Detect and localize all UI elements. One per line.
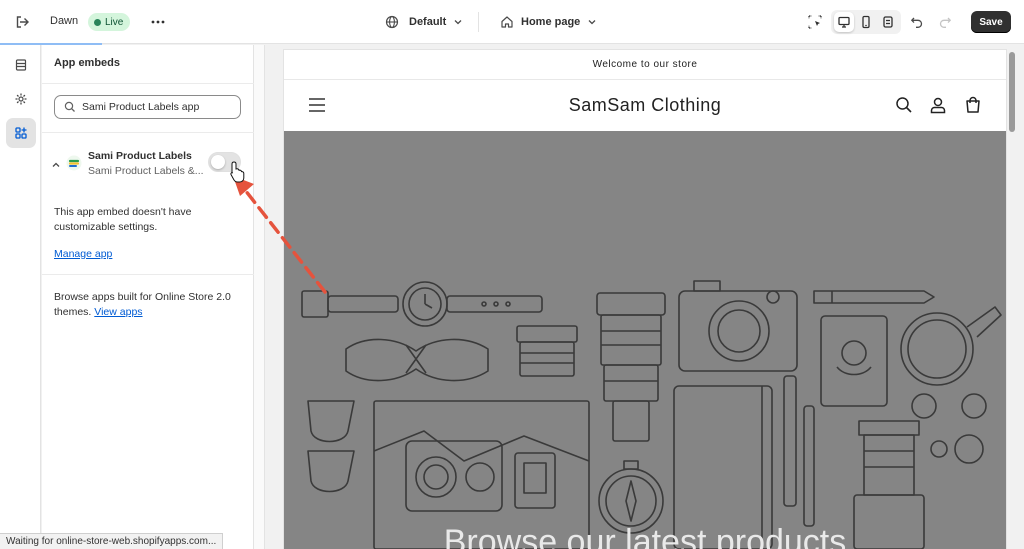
panel-scrollbar[interactable] (254, 45, 265, 549)
fullscreen-icon[interactable] (878, 12, 898, 32)
manage-app-link[interactable]: Manage app (54, 248, 112, 260)
more-icon[interactable] (150, 13, 166, 31)
template-select-label: Default (409, 16, 447, 28)
chevron-up-icon[interactable] (51, 157, 61, 175)
toggle-knob (211, 155, 225, 169)
home-icon (501, 16, 513, 28)
store-header: SamSam Clothing (284, 80, 1006, 131)
exit-icon[interactable] (13, 13, 31, 31)
undo-icon[interactable] (907, 12, 927, 32)
account-icon[interactable] (929, 96, 947, 114)
announcement-bar: Welcome to our store (284, 50, 1006, 80)
sidebar-rail (0, 45, 41, 549)
view-apps-link[interactable]: View apps (94, 306, 142, 318)
preview-scrollbar[interactable] (1008, 50, 1017, 549)
app-embed-row[interactable]: Sami Product Labels Sami Product Labels … (42, 145, 254, 185)
chevron-down-icon (454, 20, 462, 25)
store-preview: Welcome to our store SamSam Clothing Bro… (284, 50, 1006, 549)
page-selector[interactable]: Home page (500, 11, 597, 33)
divider (42, 274, 254, 275)
search-input[interactable]: Sami Product Labels app (54, 95, 241, 119)
mobile-icon[interactable] (856, 12, 876, 32)
hero-heading: Browse our latest products (443, 523, 847, 549)
search-value: Sami Product Labels app (82, 101, 200, 113)
hero-illustration (301, 280, 1002, 549)
divider (42, 83, 254, 84)
app-embeds-panel: App embeds Sami Product Labels app Sami … (42, 45, 254, 549)
app-embed-toggle[interactable] (208, 152, 241, 172)
app-embeds-icon[interactable] (6, 118, 36, 148)
live-dot-icon (94, 18, 101, 26)
live-badge: Live (88, 13, 131, 31)
no-settings-note: This app embed doesn't have customizable… (54, 206, 192, 233)
live-badge-label: Live (105, 16, 124, 28)
chevron-down-icon (588, 20, 596, 25)
gear-icon[interactable] (6, 84, 36, 114)
cart-icon[interactable] (964, 96, 982, 114)
app-logo-icon (66, 155, 82, 171)
app-embed-name: Sami Product Labels (88, 150, 192, 162)
template-selector[interactable]: Default (385, 11, 463, 33)
inspector-icon[interactable] (805, 12, 825, 32)
divider (42, 132, 254, 133)
page-select-label: Home page (521, 16, 581, 28)
panel-title: App embeds (54, 57, 121, 69)
browser-status-bar: Waiting for online-store-web.shopifyapps… (0, 533, 224, 549)
search-icon (64, 101, 75, 112)
redo-icon[interactable] (935, 12, 955, 32)
save-button[interactable]: Save (971, 11, 1011, 33)
browse-apps-note: Browse apps built for Online Store 2.0 t… (54, 290, 244, 320)
theme-name: Dawn (50, 15, 79, 27)
viewport-switcher (831, 10, 901, 34)
desktop-icon[interactable] (834, 12, 854, 32)
globe-icon (385, 15, 399, 29)
sections-icon[interactable] (6, 50, 36, 80)
app-embed-subtitle: Sami Product Labels &... (88, 165, 204, 177)
search-icon[interactable] (895, 96, 913, 114)
editor-topbar: Dawn Live Default Home page Save (0, 0, 1024, 45)
scrollbar-thumb[interactable] (1009, 52, 1015, 132)
topbar-divider (478, 12, 479, 32)
hero-banner: Browse our latest products (284, 131, 1006, 549)
